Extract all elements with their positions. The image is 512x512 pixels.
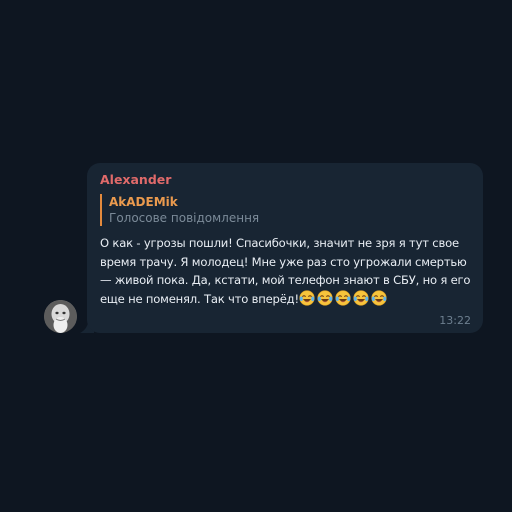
reply-author: AkADEMik — [109, 195, 178, 209]
reply-text: Голосове повідомлення — [109, 211, 260, 225]
emoji-row — [299, 289, 389, 306]
avatar[interactable] — [44, 300, 77, 333]
message-text-block: О как - угрозы пошли! Спасибочки, значит… — [100, 234, 472, 308]
reply-quote[interactable]: AkADEMik Голосове повідомлення — [100, 194, 471, 226]
sender-name[interactable]: Alexander — [100, 172, 471, 188]
face-with-tears-of-joy-icon — [335, 289, 351, 306]
face-with-tears-of-joy-icon — [353, 289, 369, 306]
message-text: О как - угрозы пошли! Спасибочки, значит… — [100, 236, 471, 306]
message-bubble[interactable]: Alexander AkADEMik Голосове повідомлення… — [87, 163, 483, 333]
face-with-tears-of-joy-icon — [299, 289, 315, 306]
message-time: 13:22 — [439, 314, 471, 327]
face-with-tears-of-joy-icon — [317, 289, 333, 306]
chat-background: Alexander AkADEMik Голосове повідомлення… — [0, 0, 512, 512]
face-with-tears-of-joy-icon — [371, 289, 387, 306]
